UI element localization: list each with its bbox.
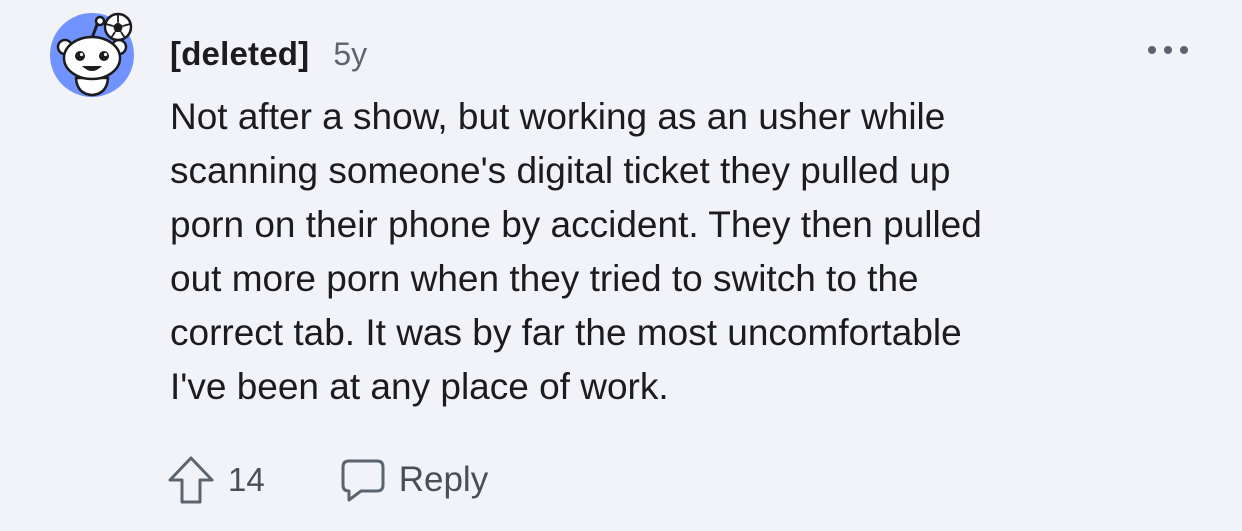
comment-body: Not after a show, but working as an ushe… [170,90,1210,414]
avatar[interactable] [48,8,138,98]
soccer-ball-icon [103,12,133,42]
comment-author[interactable]: [deleted] [170,35,309,73]
snoo-avatar-icon [50,12,134,97]
comment-body-line: I've been at any place of work. [170,366,669,407]
vote-group: 14 [166,454,265,506]
comment-bubble-icon [341,459,385,502]
comment-body-line: scanning someone's digital ticket they p… [170,150,951,191]
ellipsis-icon [1148,46,1188,54]
comment-header: [deleted] 5y [170,30,367,78]
reply-button[interactable]: Reply [339,457,488,503]
vote-count: 14 [228,461,265,498]
upvote-arrow-icon[interactable] [166,454,216,506]
comment-body-line: out more porn when they tried to switch … [170,258,919,299]
comment-body-line: porn on their phone by accident. They th… [170,204,982,245]
comment-body-line: correct tab. It was by far the most unco… [170,312,962,353]
comment-age: 5y [333,35,368,72]
comment-actions: 14 Reply [166,452,488,508]
more-options-button[interactable] [1140,32,1196,68]
comment-body-line: Not after a show, but working as an ushe… [170,96,946,137]
reply-label: Reply [398,460,489,499]
